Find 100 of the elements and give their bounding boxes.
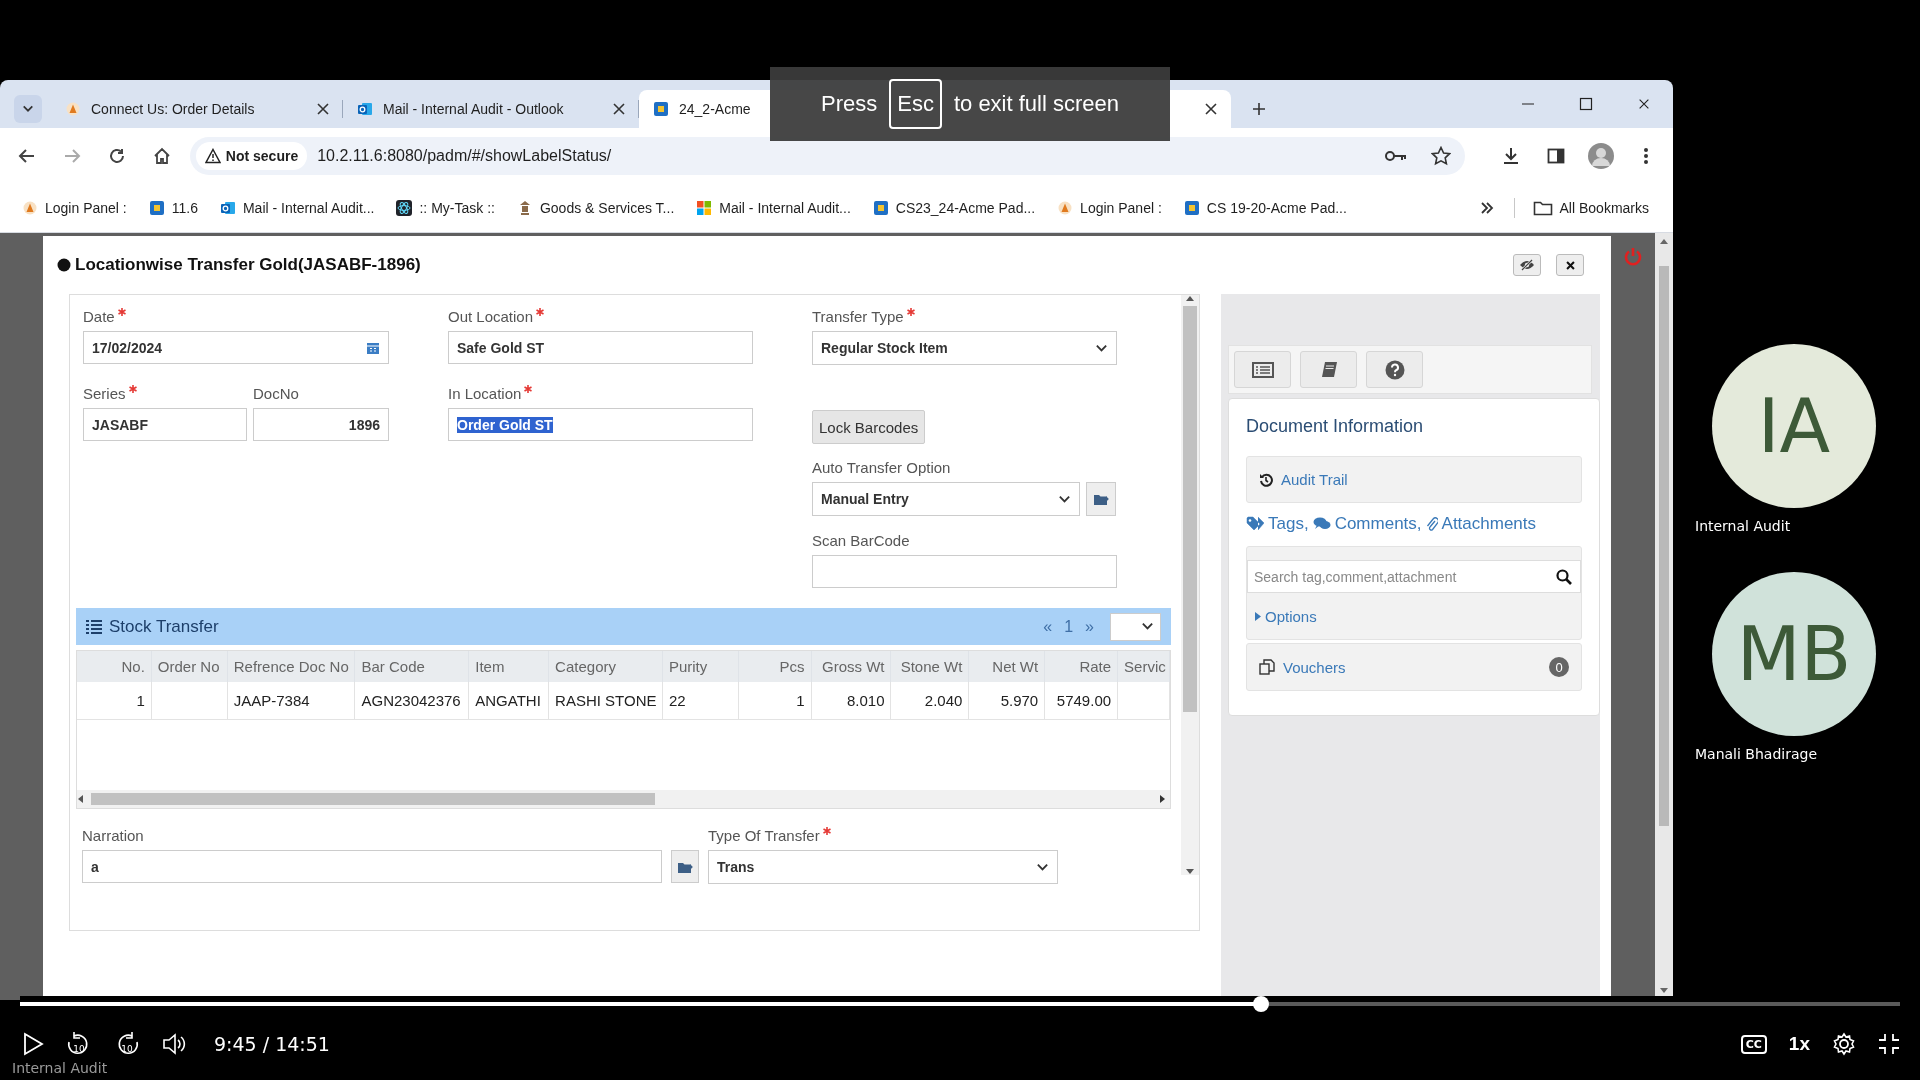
table-cell: 5749.00 [1045, 682, 1119, 719]
search-field[interactable]: Search tag,comment,attachment [1247, 560, 1581, 593]
bookmark[interactable]: CS 19-20-Acme Pad... [1175, 196, 1355, 220]
forward-arrow-icon [62, 147, 81, 165]
load-button[interactable] [671, 850, 699, 883]
column-header[interactable]: Gross Wt [811, 651, 892, 682]
link[interactable]: Comments, [1334, 514, 1422, 534]
link[interactable]: Attachments [1441, 514, 1537, 534]
scroll-left-icon [77, 795, 85, 803]
back-arrow-icon [17, 147, 36, 165]
audit-trail-link[interactable]: Audit Trail [1246, 456, 1582, 503]
warning-icon [204, 148, 221, 164]
vouchers-link[interactable]: Vouchers 0 [1246, 643, 1582, 691]
seek-handle[interactable] [1252, 996, 1269, 1012]
table-cell: JAAP-7384 [227, 682, 356, 719]
panel-title: Document Information [1246, 416, 1425, 437]
comments-icon [1312, 516, 1331, 532]
transfer-select[interactable]: Trans [708, 850, 1058, 884]
play-icon [22, 1032, 44, 1056]
help-button[interactable] [1366, 351, 1423, 388]
column-header[interactable]: Category [549, 651, 663, 682]
column-header[interactable]: Item [469, 651, 550, 682]
book-icon [1319, 360, 1338, 379]
scroll-down-icon [1186, 867, 1194, 875]
avatar: IA [1712, 344, 1876, 508]
section-title: Stock Transfer [109, 616, 219, 637]
column-header[interactable]: Purity [662, 651, 739, 682]
column-header[interactable]: Rate [1045, 651, 1119, 682]
column-header[interactable]: No. [77, 651, 152, 682]
square-logo-icon [1183, 200, 1200, 216]
key-label: Esc [889, 79, 942, 129]
hide-button[interactable] [1513, 254, 1541, 276]
play-button[interactable] [22, 1032, 44, 1056]
star-icon [1431, 146, 1452, 166]
link[interactable]: Tags, [1268, 514, 1309, 534]
triangle-logo-icon [1057, 200, 1074, 216]
bookmark[interactable]: Mail - Internal Audit... [688, 196, 859, 220]
rewind-button[interactable]: 10 [66, 1030, 92, 1058]
settings-button[interactable] [1832, 1032, 1856, 1056]
column-header[interactable]: Net Wt [969, 651, 1046, 682]
bookmark[interactable]: :: My-Task :: [388, 196, 503, 220]
auto-transfer-select[interactable]: Manual Entry [812, 482, 1080, 516]
browser-tab[interactable]: Connect Us: Order Details [51, 90, 343, 128]
column-header[interactable]: Bar Code [355, 651, 470, 682]
close-icon [315, 101, 331, 117]
field-label: Narration [82, 826, 144, 844]
calendar-icon [366, 340, 380, 355]
barcode-field[interactable] [812, 555, 1117, 588]
horizontal-scrollbar[interactable] [77, 790, 1170, 808]
forward-button[interactable]: 10 [114, 1030, 140, 1058]
browser-tab[interactable]: Mail - Internal Audit - Outlook [343, 90, 639, 128]
column-header[interactable]: Refrence Doc No [227, 651, 356, 682]
chevron-down-icon [1141, 620, 1154, 633]
out-location-field[interactable]: Safe Gold ST [448, 331, 753, 364]
column-header[interactable]: Stone Wt [891, 651, 970, 682]
captions-button[interactable]: CC [1740, 1034, 1767, 1054]
speed-button[interactable]: 1x [1788, 1033, 1810, 1055]
column-header[interactable]: Order No [151, 651, 228, 682]
lock-barcodes-button[interactable]: Lock Barcodes [812, 410, 926, 444]
close-icon [1564, 259, 1576, 271]
doc-number-field[interactable]: 1896 [253, 408, 389, 441]
bookmark[interactable]: Login Panel : [14, 196, 135, 220]
exit-fullscreen-button[interactable] [1878, 1033, 1900, 1055]
column-header[interactable]: Pcs [738, 651, 812, 682]
scroll-up-icon [1186, 295, 1194, 303]
in-location-field[interactable]: Order Gold ST [448, 408, 753, 441]
narration-field[interactable]: a [82, 850, 662, 883]
paperclip-icon [1425, 516, 1438, 532]
series-field[interactable]: JASABF [83, 408, 247, 441]
address-bar[interactable]: Not secure 10.2.11.6:8080/padm/#/showLabelStatus/ [189, 137, 1466, 175]
security-indicator[interactable]: Not secure [195, 142, 308, 170]
participant-name: Manali Bhadirage [1695, 746, 1818, 762]
transfer-type-select[interactable]: Regular Stock Item [812, 331, 1117, 365]
caption-text: Internal Audit [12, 1060, 108, 1076]
close-button[interactable] [1556, 254, 1584, 276]
date-field[interactable]: 17/02/2024 [83, 331, 389, 364]
all-bookmarks-folder[interactable]: All Bookmarks [1524, 196, 1657, 220]
download-icon [1502, 147, 1521, 165]
volume-button[interactable] [162, 1032, 186, 1056]
book-button[interactable] [1300, 351, 1357, 388]
bookmark[interactable]: CS23_24-Acme Pad... [864, 196, 1044, 220]
copy-icon [1259, 659, 1275, 675]
bookmark[interactable]: Login Panel : [1049, 196, 1170, 220]
table-cell: 5.970 [969, 682, 1046, 719]
vertical-scrollbar[interactable] [1181, 295, 1199, 875]
list-view-button[interactable] [1234, 351, 1291, 388]
table-cell: 22 [662, 682, 739, 719]
bookmark[interactable]: Mail - Internal Audit... [211, 196, 383, 220]
field-label: Type Of Transfer [708, 826, 820, 844]
field-label: In Location [448, 384, 522, 402]
load-button[interactable] [1086, 482, 1116, 516]
plus-icon [1251, 101, 1267, 117]
table-cell: 8.010 [811, 682, 892, 719]
bookmark[interactable]: Goods & Services T... [508, 196, 683, 220]
table-cell: 1 [738, 682, 812, 719]
options-toggle[interactable]: Options [1247, 593, 1581, 639]
tab-list-button[interactable] [14, 95, 42, 123]
settings-icon [1832, 1032, 1856, 1056]
bookmark[interactable]: 11.6 [140, 196, 206, 220]
column-header[interactable]: Servic [1118, 651, 1170, 682]
